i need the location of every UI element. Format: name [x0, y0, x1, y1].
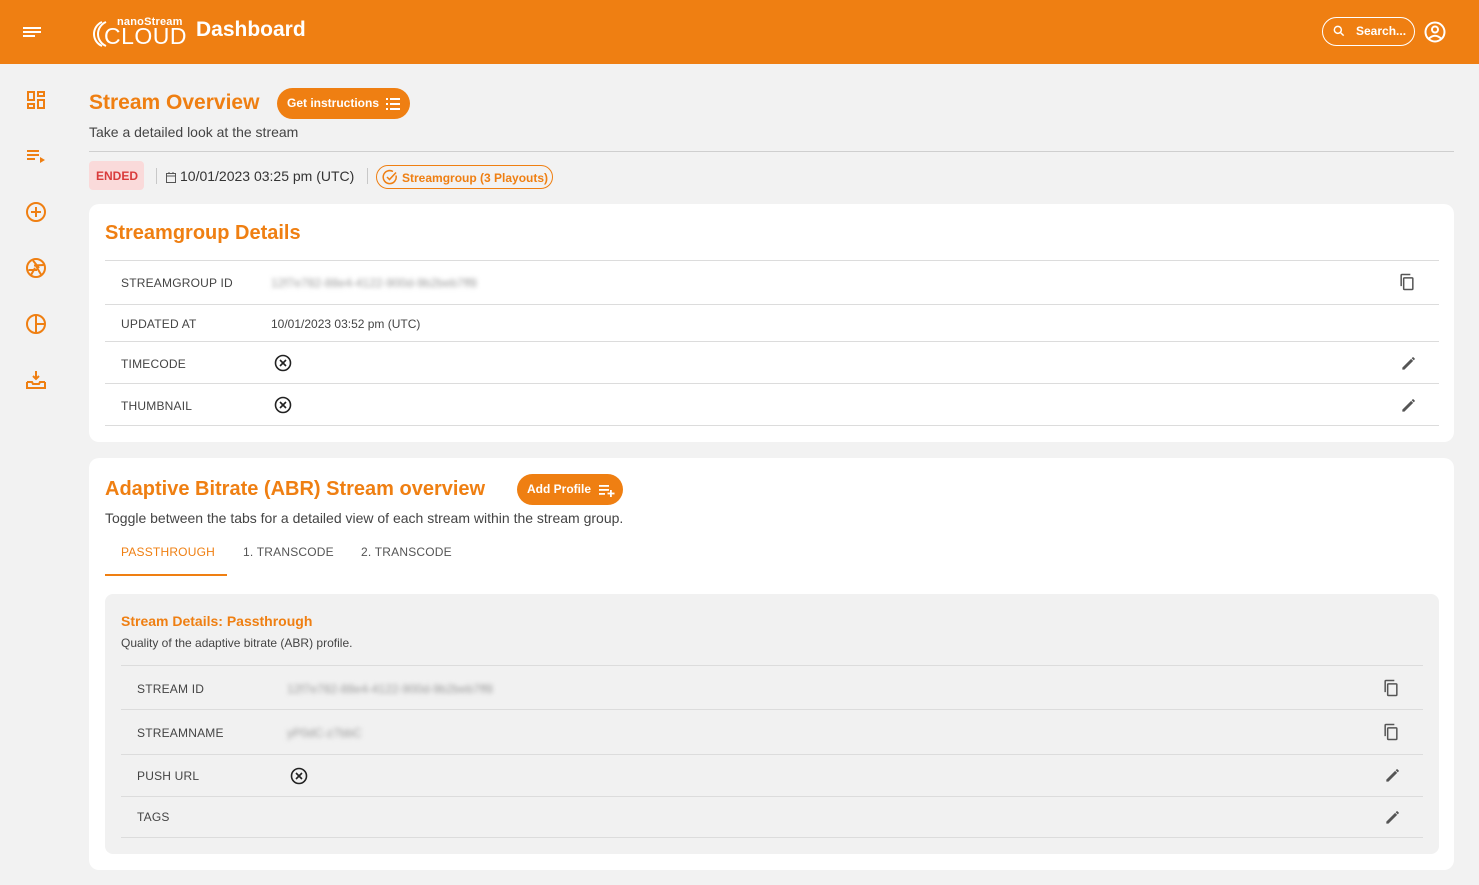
stream-date: 10/01/2023 03:25 pm (UTC) [180, 168, 355, 184]
get-instructions-label: Get instructions [287, 96, 380, 110]
divider [105, 341, 1439, 342]
abr-overview-title: Adaptive Bitrate (ABR) Stream overview [105, 478, 486, 500]
copy-icon[interactable] [1381, 678, 1401, 698]
add-profile-button[interactable]: Add Profile [517, 474, 623, 505]
search-icon [1332, 24, 1346, 43]
push-url-label: PUSH URL [137, 769, 200, 783]
divider [105, 383, 1439, 384]
nanostream-cloud-logo[interactable]: nanoStream CLOUD [90, 15, 187, 49]
divider [105, 425, 1439, 426]
updated-at-value: 10/01/2023 03:52 pm (UTC) [271, 317, 421, 331]
tab-passthrough[interactable]: PASSTHROUGH [121, 545, 215, 559]
shutter-icon[interactable] [24, 256, 48, 280]
inbox-download-icon[interactable] [24, 368, 48, 392]
add-circle-icon[interactable] [24, 200, 48, 224]
streamgroup-chip-label: Streamgroup (3 Playouts) [402, 171, 549, 185]
streamgroup-chip[interactable]: Streamgroup (3 Playouts) [376, 165, 553, 189]
divider [121, 796, 1423, 797]
calendar-icon [166, 170, 176, 188]
get-instructions-button[interactable]: Get instructions [277, 88, 410, 119]
stream-details-title: Stream Details: Passthrough [121, 613, 313, 629]
stream-id-value: 12f7e782-88e4-4122-900d-9b2beb7ff8 [287, 682, 493, 696]
stream-details-subtitle: Quality of the adaptive bitrate (ABR) pr… [121, 636, 353, 650]
divider [105, 304, 1439, 305]
divider [121, 665, 1423, 666]
edit-icon[interactable] [1399, 395, 1419, 415]
timecode-label: TIMECODE [121, 357, 186, 371]
stream-details-panel [105, 594, 1439, 854]
stream-id-label: STREAM ID [137, 682, 205, 696]
check-circle-icon [382, 169, 398, 188]
copy-icon[interactable] [1381, 722, 1401, 742]
top-app-bar: nanoStream CLOUD Dashboard Search... [0, 0, 1479, 64]
edit-icon[interactable] [1399, 353, 1419, 373]
status-label: ENDED [96, 169, 139, 183]
menu-icon[interactable] [20, 20, 44, 44]
streamgroup-id-value: 12f7e782-88e4-4122-900d-9b2beb7ff8 [271, 276, 477, 290]
streamgroup-details-title: Streamgroup Details [105, 222, 301, 244]
active-tab-indicator [105, 574, 227, 576]
divider [89, 151, 1454, 152]
divider [121, 709, 1423, 710]
tags-label: TAGS [137, 810, 170, 824]
cancel-circle-icon [273, 395, 293, 415]
account-icon[interactable] [1423, 20, 1447, 44]
search-label: Search... [1356, 24, 1407, 38]
divider [156, 168, 157, 184]
edit-icon[interactable] [1383, 765, 1403, 785]
updated-at-label: UPDATED AT [121, 317, 197, 331]
stream-overview-subtitle: Take a detailed look at the stream [89, 124, 299, 140]
list-icon [385, 96, 401, 115]
streamname-value: yP0dC-z7bbC [287, 726, 362, 740]
playlist-play-icon[interactable] [24, 144, 48, 168]
thumbnail-label: THUMBNAIL [121, 399, 193, 413]
stream-overview-title: Stream Overview [89, 91, 260, 114]
tab-transcode-2[interactable]: 2. TRANSCODE [361, 545, 452, 559]
status-badge: ENDED [89, 161, 144, 190]
divider [367, 168, 368, 184]
add-profile-label: Add Profile [527, 482, 592, 496]
copy-icon[interactable] [1397, 272, 1417, 292]
page-title: Dashboard [196, 18, 306, 41]
search-button[interactable]: Search... [1322, 17, 1415, 46]
divider [121, 754, 1423, 755]
cancel-circle-icon [289, 766, 309, 786]
logo-text-big: CLOUD [104, 23, 188, 49]
pie-chart-icon[interactable] [24, 312, 48, 336]
abr-overview-subtitle: Toggle between the tabs for a detailed v… [105, 510, 624, 526]
streamname-label: STREAMNAME [137, 726, 224, 740]
divider [121, 837, 1423, 838]
tab-transcode-1[interactable]: 1. TRANSCODE [243, 545, 334, 559]
divider [105, 260, 1439, 261]
dashboard-icon[interactable] [24, 88, 48, 112]
playlist-add-icon [598, 482, 615, 501]
cancel-circle-icon [273, 353, 293, 373]
edit-icon[interactable] [1383, 807, 1403, 827]
streamgroup-id-label: STREAMGROUP ID [121, 276, 233, 290]
